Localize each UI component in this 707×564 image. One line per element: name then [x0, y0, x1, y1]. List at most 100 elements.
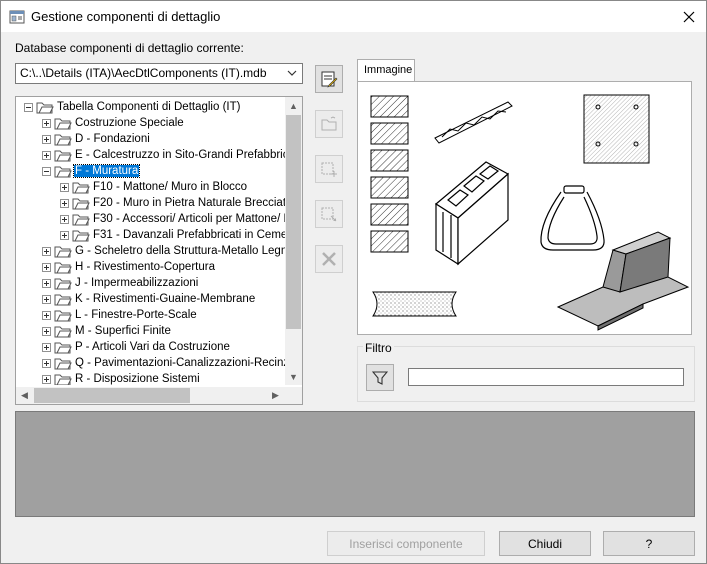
tree-item[interactable]: F31 - Davanzali Prefabbricati in Cement [60, 227, 286, 243]
folder-icon [72, 198, 90, 209]
filter-button[interactable] [366, 364, 394, 391]
folder-icon [54, 326, 72, 337]
folder-icon [54, 166, 72, 177]
tree-item[interactable]: K - Rivestimenti-Guaine-Membrane [42, 291, 256, 307]
dialog-window: Gestione componenti di dettaglio Databas… [0, 0, 707, 564]
collapse-icon[interactable] [24, 102, 33, 112]
funnel-icon [372, 370, 388, 385]
edit-database-button[interactable] [315, 65, 343, 93]
folder-icon [54, 278, 72, 289]
scroll-up-icon[interactable]: ▲ [285, 97, 302, 114]
expand-icon[interactable] [42, 246, 51, 256]
database-label: Database componenti di dettaglio corrent… [15, 41, 244, 55]
collapse-icon[interactable] [42, 166, 51, 176]
tree-item[interactable]: F10 - Mattone/ Muro in Blocco [60, 179, 248, 195]
filter-input[interactable] [408, 368, 684, 386]
expand-icon[interactable] [42, 118, 51, 128]
close-button[interactable]: Chiudi [499, 531, 591, 556]
tree-item-label: F31 - Davanzali Prefabbricati in Cement [93, 229, 286, 241]
edit-component-button[interactable] [315, 200, 343, 228]
folder-icon [54, 246, 72, 257]
expand-icon[interactable] [60, 182, 69, 192]
expand-icon[interactable] [42, 134, 51, 144]
add-component-icon [321, 162, 337, 177]
tree-item[interactable]: Q - Pavimentazioni-Canalizzazioni-Recinz… [42, 355, 286, 371]
expand-icon[interactable] [60, 230, 69, 240]
folder-icon [54, 118, 72, 129]
tree-item-label: M - Superfici Finite [75, 325, 171, 337]
tree-item-label: H - Rivestimento-Copertura [75, 261, 215, 273]
app-window-icon [9, 10, 25, 24]
folder-icon [36, 102, 54, 113]
tree-item-label: F - Muratura [72, 164, 141, 178]
help-button[interactable]: ? [603, 531, 695, 556]
tree-root[interactable]: Tabella Componenti di Dettaglio (IT) [24, 99, 241, 115]
tree-item-label: R - Disposizione Sistemi [75, 373, 200, 385]
open-folder-button[interactable] [315, 110, 343, 138]
tree-horizontal-scrollbar[interactable]: ◀ ▶ [16, 387, 302, 404]
tree-item[interactable]: H - Rivestimento-Copertura [42, 259, 216, 275]
tree-item[interactable]: F30 - Accessori/ Articoli per Mattone/ B [60, 211, 286, 227]
database-select-value: C:\..\Details (ITA)\AecDtlComponents (IT… [20, 66, 267, 80]
tree-item-label: Costruzione Speciale [75, 117, 184, 129]
database-select[interactable]: C:\..\Details (ITA)\AecDtlComponents (IT… [15, 63, 303, 84]
delete-button[interactable] [315, 245, 343, 273]
folder-icon [54, 342, 72, 353]
folder-icon [72, 214, 90, 225]
expand-icon[interactable] [42, 294, 51, 304]
tree-item-label: F20 - Muro in Pietra Naturale Brecciata [93, 197, 286, 209]
component-tree[interactable]: Tabella Componenti di Dettaglio (IT) Cost… [15, 96, 303, 405]
folder-icon [72, 182, 90, 193]
folder-icon [54, 374, 72, 385]
tree-item-label: L - Finestre-Porte-Scale [75, 309, 197, 321]
window-title: Gestione componenti di dettaglio [31, 9, 221, 24]
delete-icon [322, 252, 336, 266]
close-icon [683, 11, 695, 23]
tree-item[interactable]: F20 - Muro in Pietra Naturale Brecciata [60, 195, 286, 211]
tree-item-label: J - Impermeabilizzazioni [75, 277, 199, 289]
expand-icon[interactable] [42, 310, 51, 320]
expand-icon[interactable] [60, 214, 69, 224]
tree-item-label: E - Calcestruzzo in Sito-Grandi Prefabbr… [75, 149, 286, 161]
close-window-button[interactable] [676, 5, 702, 29]
edit-component-icon [321, 207, 337, 222]
expand-icon[interactable] [42, 262, 51, 272]
expand-icon[interactable] [60, 198, 69, 208]
scroll-right-icon[interactable]: ▶ [267, 387, 284, 404]
chevron-down-icon [287, 70, 297, 76]
folder-icon [54, 294, 72, 305]
tree-item-label: K - Rivestimenti-Guaine-Membrane [75, 293, 256, 305]
expand-icon[interactable] [42, 358, 51, 368]
tree-item[interactable]: M - Superfici Finite [42, 323, 172, 339]
folder-icon [54, 310, 72, 321]
expand-icon[interactable] [42, 342, 51, 352]
title-bar: Gestione componenti di dettaglio [1, 1, 706, 32]
tree-horizontal-scroll-thumb[interactable] [34, 388, 190, 403]
scroll-down-icon[interactable]: ▼ [285, 368, 302, 385]
tree-item-label: Tabella Componenti di Dettaglio (IT) [57, 101, 241, 113]
expand-icon[interactable] [42, 326, 51, 336]
expand-icon[interactable] [42, 374, 51, 384]
add-component-button[interactable] [315, 155, 343, 183]
tree-item[interactable]: L - Finestre-Porte-Scale [42, 307, 198, 323]
tree-item[interactable]: G - Scheletro della Struttura-Metallo Le… [42, 243, 286, 259]
tree-item[interactable]: F - Muratura [42, 163, 141, 179]
insert-component-button[interactable]: Inserisci componente [327, 531, 485, 556]
tree-item[interactable]: P - Articoli Vari da Costruzione [42, 339, 231, 355]
folder-icon [54, 262, 72, 273]
tree-item[interactable]: J - Impermeabilizzazioni [42, 275, 199, 291]
folder-icon [72, 230, 90, 241]
expand-icon[interactable] [42, 150, 51, 160]
tree-item[interactable]: D - Fondazioni [42, 131, 151, 147]
expand-icon[interactable] [42, 278, 51, 288]
tree-item-label: Q - Pavimentazioni-Canalizzazioni-Recinz… [75, 357, 286, 369]
tree-item-label: P - Articoli Vari da Costruzione [75, 341, 230, 353]
edit-database-icon [321, 71, 338, 88]
tree-item[interactable]: Costruzione Speciale [42, 115, 185, 131]
tree-item[interactable]: E - Calcestruzzo in Sito-Grandi Prefabbr… [42, 147, 286, 163]
tree-item[interactable]: R - Disposizione Sistemi [42, 371, 201, 385]
tab-image[interactable]: Immagine [357, 59, 415, 82]
tree-vertical-scrollbar[interactable]: ▲ ▼ [285, 97, 302, 385]
tree-vertical-scroll-thumb[interactable] [286, 115, 301, 329]
scroll-left-icon[interactable]: ◀ [16, 387, 33, 404]
